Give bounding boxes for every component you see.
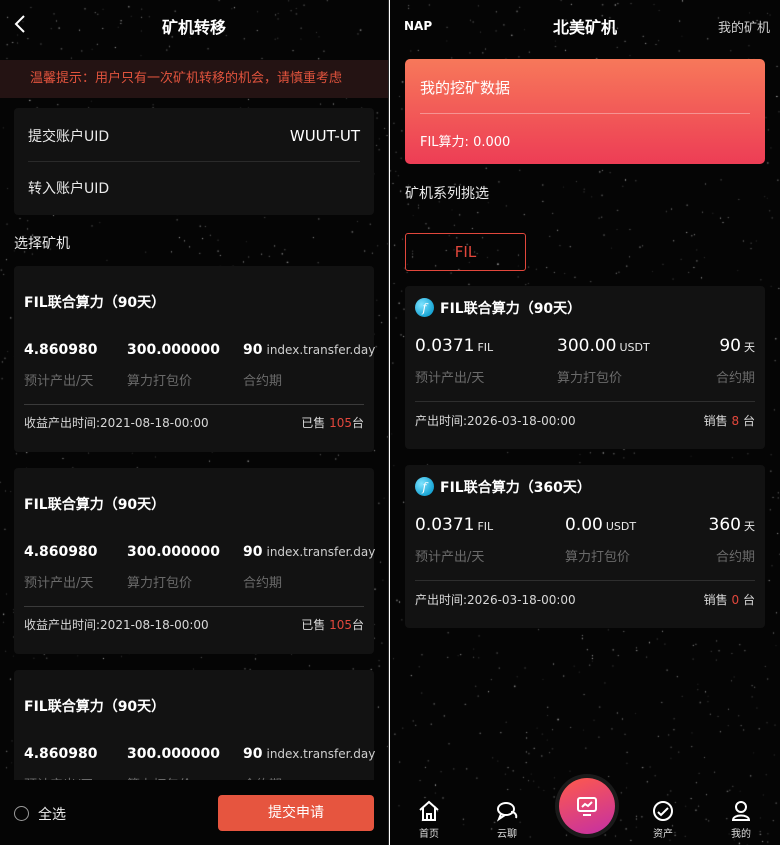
machine-card[interactable]: FIL联合算力（90天） 4.860980 300.000000 90 index…	[14, 468, 376, 654]
package-price-value: 300.000000	[127, 746, 220, 762]
output-time: 收益产出时间:2021-08-18-00:00	[24, 416, 209, 430]
contract-period-caption: 合约期	[243, 374, 283, 389]
contract-period-value: 90 index.transfer.day	[243, 746, 376, 762]
submit-uid-value: WUUT-UT	[289, 126, 360, 145]
transfer-uid-label: 转入账户UID	[28, 181, 110, 197]
tab-home[interactable]: 首页	[409, 799, 449, 840]
daily-output-value: 4.860980	[24, 746, 98, 762]
machine-name: FIL联合算力（90天）	[24, 295, 166, 311]
machine-name: FIL联合算力（90天）	[24, 497, 166, 513]
daily-output-value: 4.860980	[24, 544, 98, 560]
tab-label: 首页	[419, 829, 439, 840]
chart-board-icon	[577, 797, 597, 816]
package-price-value: 300.000000	[127, 342, 220, 358]
submit-uid-label: 提交账户UID	[28, 128, 110, 145]
contract-days-caption: 合约期	[715, 550, 755, 565]
divider	[24, 606, 364, 607]
package-price-caption: 算力打包价	[127, 374, 193, 389]
tab-label: 云聊	[497, 829, 517, 840]
center-action-button[interactable]	[559, 778, 615, 834]
machine-name: FIL联合算力（90天）	[24, 699, 166, 715]
tab-label: 我的	[731, 829, 751, 840]
transfer-uid-row[interactable]: 转入账户UID	[28, 162, 360, 214]
chat-icon	[496, 802, 518, 822]
machine-footer: 收益产出时间:2021-08-18-00:00 已售 105台	[24, 616, 364, 633]
bottom-action-bar: 全选 提交申请	[0, 780, 388, 845]
header: NAP 北美矿机 我的矿机	[390, 0, 780, 52]
daily-output-caption: 预计产出/天	[415, 371, 485, 386]
output-time: 产出时间:2026-03-18-00:00	[415, 593, 576, 607]
product-name: FIL联合算力（360天）	[440, 480, 591, 496]
daily-output-caption: 预计产出/天	[24, 576, 94, 591]
contract-days-value: 360 天	[708, 515, 755, 535]
daily-output-caption: 预计产出/天	[24, 374, 94, 389]
daily-output-value: 0.0371 FIL	[415, 336, 494, 356]
product-footer: 产出时间:2026-03-18-00:00 销售 0 台	[415, 591, 755, 608]
package-price-value: 300.00 USDT	[557, 336, 650, 356]
package-price-caption: 算力打包价	[127, 576, 193, 591]
machine-footer: 收益产出时间:2021-08-18-00:00 已售 105台	[24, 414, 364, 431]
sold-count: 已售 105台	[301, 416, 364, 430]
brand-logo: NAP	[404, 19, 433, 33]
product-name: FIL联合算力（90天）	[440, 301, 582, 317]
divider	[420, 113, 750, 114]
product-footer: 产出时间:2026-03-18-00:00 销售 8 台	[415, 412, 755, 429]
sold-count: 销售 0 台	[703, 593, 755, 607]
my-machines-link[interactable]: 我的矿机	[718, 17, 770, 36]
tab-label: 资产	[653, 829, 673, 840]
mining-home-screen: NAP 北美矿机 我的矿机 我的挖矿数据 FIL算力: 0.000 矿机系列挑选…	[390, 0, 780, 845]
back-arrow-icon[interactable]	[10, 12, 34, 36]
user-icon	[731, 801, 751, 821]
fil-power-value: FIL算力: 0.000	[420, 135, 511, 150]
warning-notice: 温馨提示：用户只有一次矿机转移的机会，请慎重考虑	[0, 60, 388, 98]
contract-period-value: 90 index.transfer.day	[243, 544, 376, 560]
tab-fil[interactable]: FIL	[405, 233, 526, 271]
daily-output-caption: 预计产出/天	[415, 550, 485, 565]
submit-uid-row: 提交账户UID WUUT-UT	[28, 110, 360, 162]
divider	[415, 401, 755, 402]
package-price-caption: 算力打包价	[565, 550, 631, 565]
contract-period-caption: 合约期	[243, 576, 283, 591]
daily-output-value: 0.0371 FIL	[415, 515, 494, 535]
page-title: 矿机转移	[161, 18, 226, 37]
contract-days-caption: 合约期	[715, 371, 755, 386]
filecoin-logo-icon: f	[415, 477, 434, 496]
select-machine-label: 选择矿机	[14, 236, 70, 252]
mining-data-title: 我的挖矿数据	[420, 79, 511, 97]
header: 矿机转移	[0, 0, 388, 52]
tab-mine[interactable]: 我的	[721, 799, 761, 840]
tab-assets[interactable]: 资产	[643, 799, 683, 840]
page-title: 北美矿机	[552, 18, 617, 37]
mining-data-card: 我的挖矿数据 FIL算力: 0.000	[405, 59, 765, 164]
machine-card[interactable]: FIL联合算力（90天） 4.860980 300.000000 90 index…	[14, 266, 376, 452]
package-price-value: 0.00 USDT	[565, 515, 637, 535]
sold-count: 销售 8 台	[703, 414, 755, 428]
contract-days-value: 90 天	[719, 336, 755, 356]
select-all-label[interactable]: 全选	[38, 804, 66, 824]
uid-card: 提交账户UID WUUT-UT 转入账户UID	[14, 108, 374, 215]
tab-chat[interactable]: 云聊	[487, 799, 527, 840]
product-card[interactable]: f FIL联合算力（90天） 0.0371 FIL 300.00 USDT 90 天 …	[405, 286, 765, 449]
divider	[24, 404, 364, 405]
output-time: 产出时间:2026-03-18-00:00	[415, 414, 576, 428]
divider	[415, 580, 755, 581]
contract-period-value: 90 index.transfer.day	[243, 342, 376, 358]
series-label: 矿机系列挑选	[405, 186, 489, 202]
select-all-radio[interactable]	[14, 806, 29, 821]
sold-count: 已售 105台	[301, 618, 364, 632]
home-icon	[419, 800, 439, 821]
output-time: 收益产出时间:2021-08-18-00:00	[24, 618, 209, 632]
product-card[interactable]: f FIL联合算力（360天） 0.0371 FIL 0.00 USDT 360 天 …	[405, 465, 765, 628]
package-price-caption: 算力打包价	[557, 371, 623, 386]
daily-output-value: 4.860980	[24, 342, 98, 358]
filecoin-logo-icon: f	[415, 298, 434, 317]
package-price-value: 300.000000	[127, 544, 220, 560]
transfer-screen: 矿机转移 温馨提示：用户只有一次矿机转移的机会，请慎重考虑 提交账户UID WU…	[0, 0, 389, 845]
assets-icon	[653, 801, 673, 821]
submit-application-button[interactable]: 提交申请	[218, 795, 374, 831]
